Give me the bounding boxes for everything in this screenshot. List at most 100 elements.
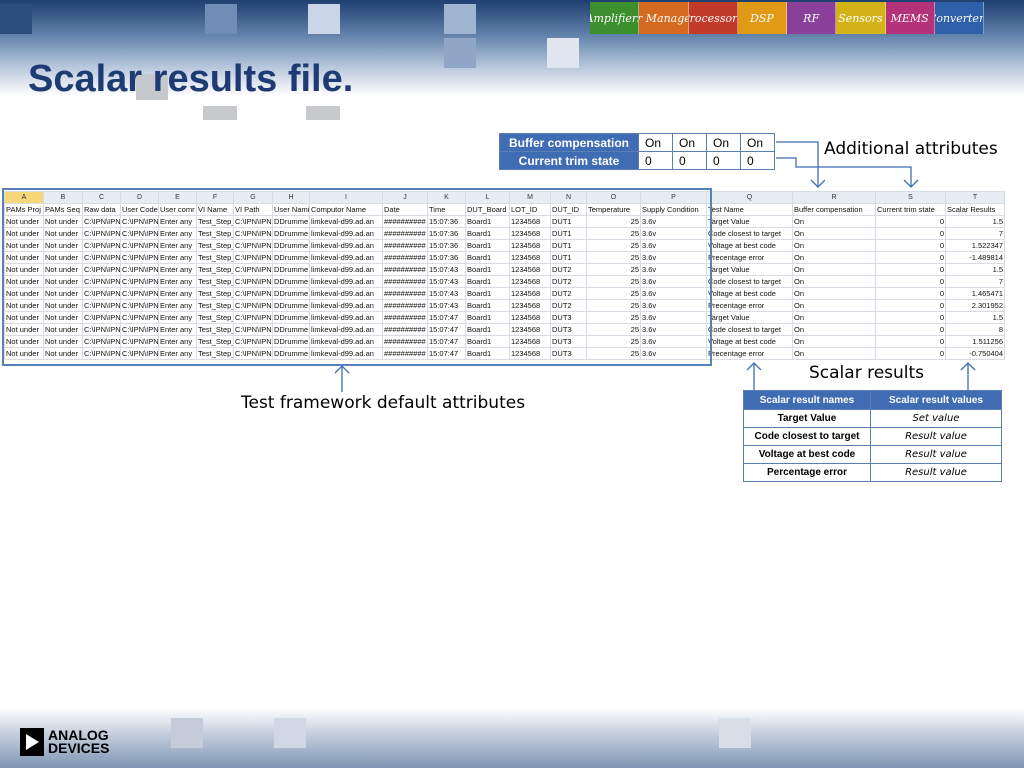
- banner-tab: Sensors: [836, 2, 886, 34]
- arrow-head-icon: [903, 179, 919, 188]
- banner-tab: Amplifiers: [590, 2, 640, 34]
- table-cell: 1.465471: [945, 287, 1005, 300]
- table-cell: Precentage error: [706, 347, 793, 360]
- table-cell: Precentage error: [706, 299, 793, 312]
- table-cell: 1.5: [945, 263, 1005, 276]
- table-cell: Voltage at best code: [706, 239, 793, 252]
- table-cell: 0: [875, 251, 946, 264]
- table-cell: -0.750404: [945, 347, 1005, 360]
- scalar-value: Set value: [870, 409, 1002, 428]
- table-cell: Code closest to target: [706, 227, 793, 240]
- table-cell: 0: [875, 263, 946, 276]
- scalar-name: Code closest to target: [743, 427, 871, 446]
- table-cell: 7: [945, 275, 1005, 288]
- table-cell: -1.489814: [945, 251, 1005, 264]
- column-letter: S: [875, 191, 946, 204]
- decor-tile: [444, 38, 476, 68]
- scalar-row: Code closest to target Result value: [743, 427, 1002, 446]
- table-cell: On: [792, 251, 876, 264]
- header-cell: Test Name: [706, 203, 793, 216]
- callout-scalar-results: Scalar results: [809, 363, 925, 383]
- table-cell: Code closest to target: [706, 275, 793, 288]
- attribute-value: On: [638, 133, 673, 152]
- table-cell: Target Value: [706, 215, 793, 228]
- attribute-label: Current trim state: [499, 151, 639, 170]
- table-cell: On: [792, 215, 876, 228]
- arrow-connector: [776, 141, 819, 186]
- scalar-row: Target Value Set value: [743, 409, 1002, 428]
- table-cell: 0: [875, 347, 946, 360]
- attribute-value: 0: [638, 151, 673, 170]
- table-cell: 0: [875, 299, 946, 312]
- header-cell: Scalar Results: [945, 203, 1005, 216]
- table-cell: On: [792, 239, 876, 252]
- table-cell: Precentage error: [706, 251, 793, 264]
- arrow-head-icon: [810, 179, 826, 188]
- logo-triangle-icon: [20, 728, 44, 756]
- scalar-name: Target Value: [743, 409, 871, 428]
- attribute-value: On: [706, 133, 741, 152]
- scalar-value: Result value: [870, 445, 1002, 464]
- banner-tab: Converters: [934, 2, 984, 34]
- column-letter: Q: [706, 191, 793, 204]
- table-cell: On: [792, 311, 876, 324]
- arrow-head-icon: [746, 362, 762, 371]
- scalar-results-table: Scalar result names Scalar result values…: [743, 390, 1002, 482]
- table-cell: 0: [875, 215, 946, 228]
- table-cell: 0: [875, 227, 946, 240]
- attribute-value: 0: [740, 151, 775, 170]
- decor-tile: [0, 4, 32, 34]
- table-cell: Voltage at best code: [706, 287, 793, 300]
- table-cell: On: [792, 263, 876, 276]
- header-cell: Current trim state: [875, 203, 946, 216]
- table-cell: 2.301952: [945, 299, 1005, 312]
- attribute-value: On: [672, 133, 707, 152]
- banner-tab: Processors: [688, 2, 738, 34]
- scalar-name: Percentage error: [743, 463, 871, 482]
- table-cell: On: [792, 227, 876, 240]
- header-cell: Buffer compensation: [792, 203, 876, 216]
- table-cell: 0: [875, 311, 946, 324]
- scalar-row: Percentage error Result value: [743, 463, 1002, 482]
- table-cell: On: [792, 275, 876, 288]
- scalar-row: Voltage at best code Result value: [743, 445, 1002, 464]
- table-cell: 0: [875, 335, 946, 348]
- arrow-connector: [776, 157, 912, 186]
- table-cell: Target Value: [706, 311, 793, 324]
- decor-tile: [308, 4, 340, 34]
- callout-arrows: [334, 141, 976, 392]
- additional-attributes-table: Buffer compensation On On On On Current …: [499, 133, 775, 170]
- table-cell: 0: [875, 275, 946, 288]
- attribute-label: Buffer compensation: [499, 133, 639, 152]
- table-cell: On: [792, 323, 876, 336]
- decor-tile: [547, 38, 579, 68]
- table-cell: On: [792, 299, 876, 312]
- decor-tile: [719, 718, 751, 748]
- column-letter: R: [792, 191, 876, 204]
- scalar-header-row: Scalar result names Scalar result values: [743, 390, 1002, 410]
- decor-tile: [203, 106, 237, 120]
- column-letter: T: [945, 191, 1005, 204]
- scalar-name: Voltage at best code: [743, 445, 871, 464]
- slide-title: Scalar results file.: [28, 58, 354, 100]
- decor-tile: [306, 106, 340, 120]
- decor-tile: [274, 718, 306, 748]
- framework-attributes-frame: [2, 188, 712, 366]
- table-cell: On: [792, 347, 876, 360]
- attribute-row: Current trim state 0 0 0 0: [499, 151, 775, 170]
- table-cell: Code closest to target: [706, 323, 793, 336]
- scalar-header: Scalar result names: [743, 390, 871, 410]
- product-banner: Amplifiers Power Management Processors D…: [590, 2, 984, 34]
- banner-tab: RF: [787, 2, 837, 34]
- table-cell: 1.522347: [945, 239, 1005, 252]
- decor-tile: [205, 4, 237, 34]
- attribute-value: 0: [672, 151, 707, 170]
- table-cell: 7: [945, 227, 1005, 240]
- arrow-head-icon: [334, 365, 350, 374]
- table-cell: 0: [875, 287, 946, 300]
- analog-devices-logo: ANALOG DEVICES: [20, 728, 109, 756]
- callout-additional-attributes: Additional attributes: [824, 139, 998, 159]
- table-cell: 8: [945, 323, 1005, 336]
- arrow-head-icon: [960, 362, 976, 371]
- table-cell: Target Value: [706, 263, 793, 276]
